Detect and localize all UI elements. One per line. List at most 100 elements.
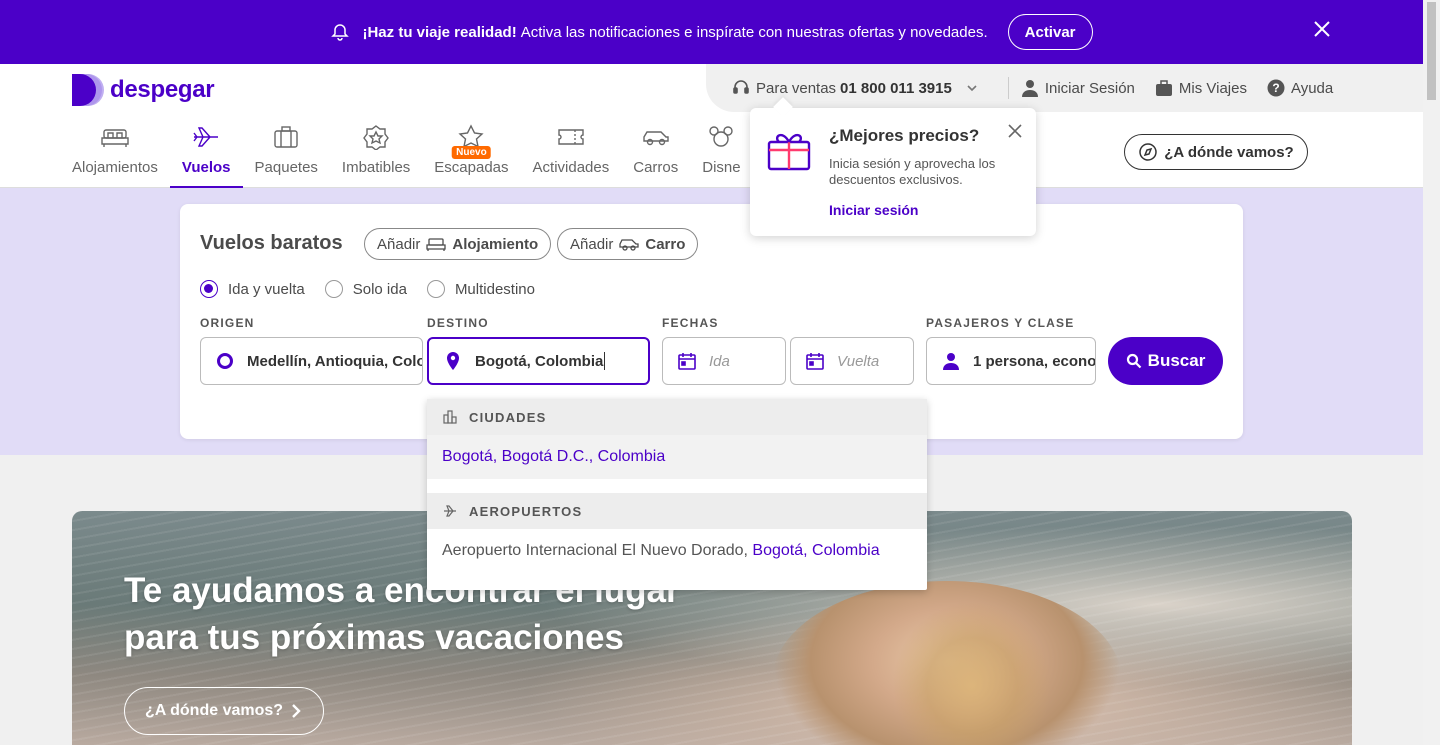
product-nav: Alojamientos Vuelos Paquetes Imbatibles … — [72, 124, 753, 188]
tab-label: Escapadas — [434, 159, 509, 176]
return-date-input[interactable]: Vuelta — [790, 337, 914, 385]
suggestion-airport[interactable]: Aeropuerto Internacional El Nuevo Dorado… — [427, 529, 927, 573]
chip-prefix: Añadir — [570, 235, 614, 253]
destination-value: Bogotá, Colombia — [475, 352, 604, 370]
calendar-icon — [678, 353, 696, 370]
tab-label: Paquetes — [254, 159, 318, 176]
close-icon[interactable] — [1008, 124, 1022, 138]
radio-multi-city[interactable]: Multidestino — [426, 280, 535, 298]
site-header: despegar Para ventas 01 800 011 3915 Ini… — [0, 64, 1423, 188]
depart-date-input[interactable]: Ida — [662, 337, 786, 385]
car-icon — [619, 239, 640, 251]
radio-label: Ida y vuelta — [228, 280, 305, 298]
compass-icon — [1139, 143, 1158, 161]
passengers-label: PASAJEROS Y CLASE — [926, 316, 1075, 330]
popover-title: ¿Mejores precios? — [829, 126, 980, 145]
headset-icon — [733, 80, 749, 94]
tab-alojamientos[interactable]: Alojamientos — [72, 124, 170, 186]
hero-title-line: para tus próximas vacaciones — [124, 618, 624, 657]
radio-label: Multidestino — [454, 280, 535, 298]
add-hotel-chip[interactable]: Añadir Alojamiento — [364, 228, 552, 260]
radio-circle — [324, 280, 343, 298]
brand-logo[interactable]: despegar — [72, 74, 215, 106]
plane-icon — [444, 505, 456, 517]
sales-phone[interactable]: Para ventas 01 800 011 3915 — [732, 79, 984, 97]
passengers-input[interactable]: 1 persona, econo — [926, 337, 1096, 385]
tab-vuelos[interactable]: Vuelos — [169, 124, 243, 188]
return-placeholder: Vuelta — [837, 352, 880, 370]
scrollbar-thumb[interactable] — [1427, 2, 1436, 100]
destination-suggestions: CIUDADES Bogotá, Bogotá D.C., Colombia A… — [427, 399, 927, 590]
suitcase-icon — [274, 126, 298, 148]
radio-round-trip[interactable]: Ida y vuelta — [200, 280, 305, 298]
trip-type-group: Ida y vuelta Solo ida Multidestino — [200, 280, 555, 298]
tab-actividades[interactable]: Actividades — [521, 124, 622, 186]
car-icon — [643, 131, 669, 146]
search-button[interactable]: Buscar — [1108, 337, 1223, 385]
search-button-label: Buscar — [1147, 351, 1206, 370]
origin-input[interactable]: Medellín, Antioquia, Colo — [200, 337, 423, 385]
destination-label: DESTINO — [427, 316, 489, 330]
sales-phone-number: 01 800 011 3915 — [840, 79, 952, 97]
airport-name: Aeropuerto Internacional El Nuevo Dorado… — [442, 542, 748, 559]
location-pin-icon — [447, 352, 459, 370]
radio-circle — [200, 280, 218, 298]
notification-banner: ¡Haz tu viaje realidad! Activa las notif… — [0, 0, 1423, 64]
help-icon: ? — [1267, 79, 1285, 97]
city-result: Bogotá, Bogotá D.C., Colombia — [442, 448, 666, 465]
bed-icon — [101, 129, 129, 147]
depart-placeholder: Ida — [709, 352, 730, 370]
help-link[interactable]: ? Ayuda — [1267, 79, 1333, 97]
my-trips-label: Mis Viajes — [1178, 79, 1247, 97]
tab-carros[interactable]: Carros — [621, 124, 690, 186]
suitcase-icon — [1155, 80, 1172, 96]
help-label: Ayuda — [1290, 79, 1334, 97]
popover-description: Inicia sesión y aprovecha los descuentos… — [829, 156, 996, 187]
tab-imbatibles[interactable]: Imbatibles — [330, 124, 422, 186]
chevron-right-icon — [292, 704, 301, 718]
cities-header: CIUDADES — [427, 399, 927, 435]
airports-header: AEROPUERTOS — [427, 493, 927, 529]
banner-message: Activa las notificaciones e inspírate co… — [520, 23, 988, 41]
divider — [1007, 77, 1009, 99]
chip-label: Alojamiento — [452, 235, 539, 253]
origin-label: ORIGEN — [200, 316, 255, 330]
tab-paquetes[interactable]: Paquetes — [243, 124, 330, 186]
brand-name: despegar — [110, 76, 215, 103]
user-icon — [943, 353, 959, 370]
popover-login-link[interactable]: Iniciar sesión — [829, 202, 918, 218]
add-car-chip[interactable]: Añadir Carro — [557, 228, 699, 260]
tab-escapadas[interactable]: Nuevo Escapadas — [422, 124, 520, 186]
origin-circle-icon — [217, 353, 233, 369]
scrollbar[interactable] — [1423, 0, 1440, 745]
chevron-down-icon[interactable] — [966, 82, 978, 94]
text-cursor — [604, 352, 606, 370]
new-badge: Nuevo — [452, 146, 491, 159]
login-promo-popover: ¿Mejores precios? Inicia sesión y aprove… — [750, 108, 1036, 236]
close-icon[interactable] — [1313, 20, 1331, 38]
tab-label: Carros — [633, 159, 679, 176]
destination-input[interactable]: Bogotá, Colombia — [427, 337, 650, 385]
utility-bar: Para ventas 01 800 011 3915 Iniciar Sesi… — [706, 64, 1423, 112]
ticket-icon — [558, 129, 584, 145]
chip-label: Carro — [645, 235, 686, 253]
login-link[interactable]: Iniciar Sesión — [1021, 79, 1135, 97]
user-icon — [1021, 80, 1038, 97]
tab-disney[interactable]: Disne — [690, 124, 752, 186]
banner-headline: ¡Haz tu viaje realidad! — [362, 23, 517, 41]
radio-one-way[interactable]: Solo ida — [324, 280, 407, 298]
where-to-go-button[interactable]: ¿A dónde vamos? — [1124, 134, 1308, 170]
tab-label: Actividades — [532, 159, 610, 176]
cities-header-label: CIUDADES — [469, 409, 547, 425]
hero-cta-button[interactable]: ¿A dónde vamos? — [124, 687, 324, 735]
search-title: Vuelos baratos — [200, 232, 343, 254]
bed-icon — [426, 238, 447, 251]
origin-value: Medellín, Antioquia, Colo — [247, 352, 423, 370]
tab-label: Alojamientos — [72, 159, 158, 176]
passengers-value: 1 persona, econo — [973, 352, 1096, 370]
suggestion-city[interactable]: Bogotá, Bogotá D.C., Colombia — [427, 435, 927, 479]
activate-notifications-button[interactable]: Activar — [1007, 14, 1093, 50]
tab-label: Disne — [702, 159, 741, 176]
search-icon — [1126, 353, 1141, 369]
my-trips-link[interactable]: Mis Viajes — [1155, 79, 1247, 97]
